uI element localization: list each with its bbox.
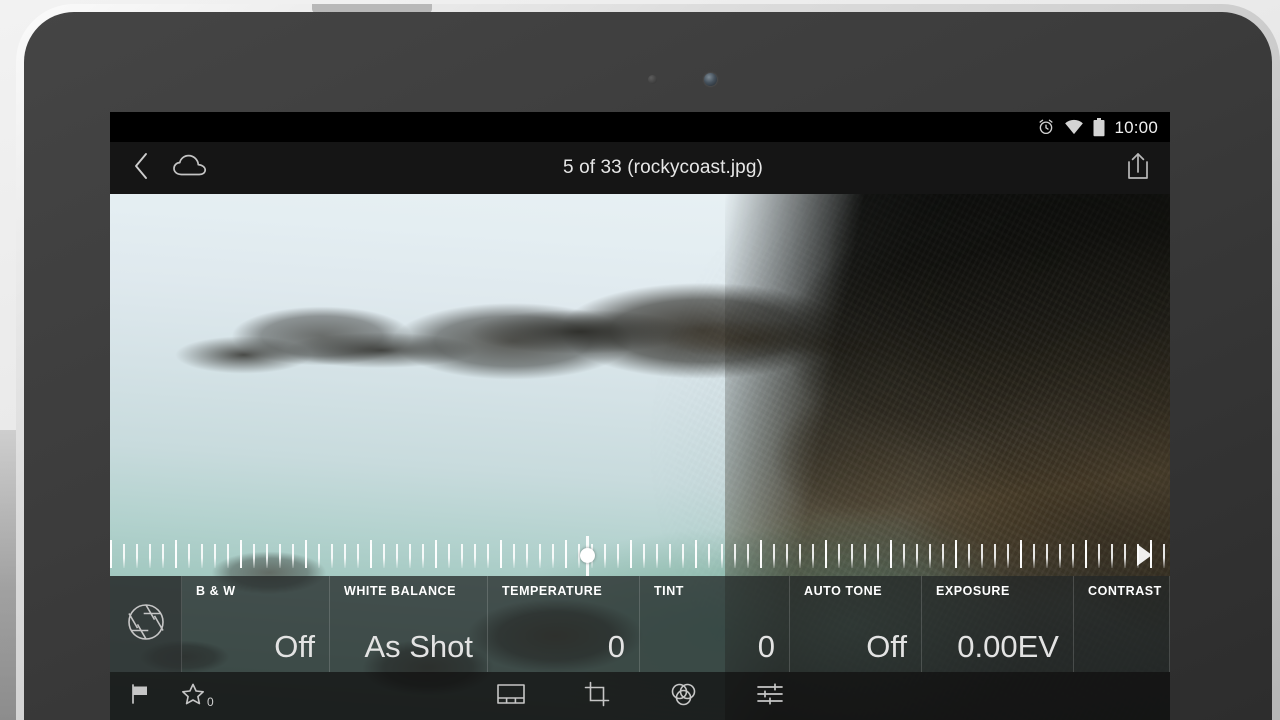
adjustment-label: TEMPERATURE <box>502 584 603 598</box>
adjustment-value: Off <box>274 629 315 664</box>
adjustment-cell[interactable]: TEMPERATURE 0 <box>488 576 640 672</box>
battery-icon <box>1093 117 1105 137</box>
bottom-left-tools: 0 <box>110 672 490 720</box>
android-status-bar: 10:00 <box>110 112 1170 142</box>
adjust-sliders-icon <box>756 682 784 711</box>
star-rating-button[interactable]: 0 <box>180 672 214 720</box>
wifi-icon <box>1064 118 1084 136</box>
adjustment-cell[interactable]: WHITE BALANCE As Shot <box>330 576 488 672</box>
adjustment-strip: B & W Off WHITE BALANCE As Shot TEMPERATURE 0… <box>110 576 1170 672</box>
ambient-light-sensor-icon <box>648 75 657 84</box>
adjustment-cell[interactable]: B & W Off <box>182 576 330 672</box>
crop-button[interactable] <box>584 672 610 720</box>
ruler-major-ticks <box>110 540 1170 568</box>
adjustment-cell[interactable]: CONTRAST <box>1074 576 1170 672</box>
app-bottom-bar: 0 <box>110 672 1170 720</box>
bottom-center-tools <box>490 672 790 720</box>
color-mixer-button[interactable] <box>668 672 698 720</box>
value-ruler-slider[interactable] <box>110 536 1170 576</box>
adjustment-value: 0 <box>757 629 775 664</box>
tablet-screen: 10:00 5 of 33 (rockycoast.jpg) B & W Off… <box>110 112 1170 720</box>
adjustment-label: EXPOSURE <box>936 584 1010 598</box>
adjustment-cell[interactable]: AUTO TONE Off <box>790 576 922 672</box>
adjustment-label: WHITE BALANCE <box>344 584 457 598</box>
adjustment-value: 0.00EV <box>957 629 1059 664</box>
adjustment-value: 0 <box>607 629 625 664</box>
front-camera-icon <box>704 73 717 86</box>
status-clock: 10:00 <box>1114 117 1158 137</box>
cloud-sync-button[interactable] <box>164 142 220 194</box>
adjustment-value: Off <box>866 629 907 664</box>
chevron-left-icon <box>130 150 152 187</box>
adjustment-cell[interactable]: EXPOSURE 0.00EV <box>922 576 1074 672</box>
adjustment-value: As Shot <box>364 629 473 664</box>
star-rating-count: 0 <box>207 695 214 709</box>
flag-icon <box>128 682 154 711</box>
title-container: 5 of 33 (rockycoast.jpg) <box>220 157 1106 179</box>
back-button[interactable] <box>118 142 164 194</box>
presets-button[interactable] <box>496 672 526 720</box>
star-rating-icon <box>180 681 206 712</box>
play-triangle-icon[interactable] <box>1137 544 1152 566</box>
aperture-button[interactable] <box>110 576 182 672</box>
adjustment-label: CONTRAST <box>1088 584 1162 598</box>
cloud-icon <box>172 153 212 184</box>
adjustment-label: B & W <box>196 584 236 598</box>
adjust-sliders-button[interactable] <box>756 672 784 720</box>
app-top-bar: 5 of 33 (rockycoast.jpg) <box>110 142 1170 194</box>
adjustment-cell[interactable]: TINT 0 <box>640 576 790 672</box>
share-button[interactable] <box>1106 142 1170 194</box>
aperture-icon <box>123 599 169 650</box>
share-upload-icon <box>1125 151 1151 186</box>
color-mixer-icon <box>668 682 698 711</box>
page-title: 5 of 33 (rockycoast.jpg) <box>563 157 763 178</box>
adjustment-label: AUTO TONE <box>804 584 883 598</box>
ruler-handle-knob[interactable] <box>579 548 595 563</box>
alarm-icon <box>1037 118 1055 136</box>
adjustment-label: TINT <box>654 584 684 598</box>
flag-button[interactable] <box>128 672 154 720</box>
crop-icon <box>584 681 610 712</box>
presets-icon <box>496 682 526 711</box>
adjustment-cells: B & W Off WHITE BALANCE As Shot TEMPERATURE 0… <box>182 576 1170 672</box>
